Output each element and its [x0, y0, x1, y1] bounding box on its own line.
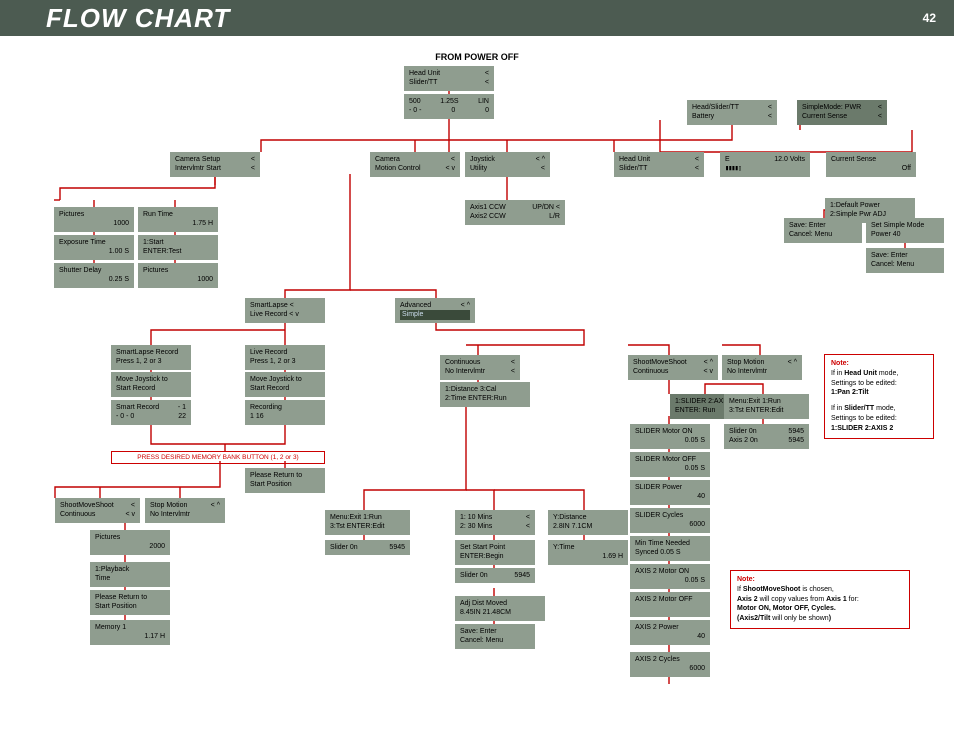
box-slrec: SmartLapse RecordPress 1, 2 or 3 — [111, 345, 191, 370]
box-joystick: Joystick< ^ Utility< — [465, 152, 550, 177]
box-sms-m: Memory 11.17 H — [90, 620, 170, 645]
box-a2on: AXIS 2 Motor ON0.05 S — [630, 564, 710, 589]
box-mins: 1: 10 Mins< 2: 30 Mins< — [455, 510, 535, 535]
box-so2: Slider 0n5945 — [455, 568, 535, 583]
box-sms2: ShootMoveShoot< ^ Continuous< v — [628, 355, 718, 380]
box-slmv: Move Joystick toStart Record — [111, 372, 191, 397]
box-cont: Continuous< No Intervlmtr< — [440, 355, 520, 380]
note-head-unit: Note: If in Head Unit mode, Settings to … — [824, 354, 934, 439]
box-p2: Pictures1000 — [138, 263, 218, 288]
box-hu2: Head Unit< Slider/TT< — [614, 152, 704, 177]
box-sc: SLIDER Cycles6000 — [630, 508, 710, 533]
box-sms-pb: 1:PlaybackTime — [90, 562, 170, 587]
box-smartlapse: SmartLapse <Live Record < v — [245, 298, 325, 323]
box-sec: Save: EnterCancel: Menu — [784, 218, 862, 243]
box-axis: Axis1 CCWUP/DN < Axis2 CCWL/R — [465, 200, 565, 225]
box-sec2: Save: EnterCancel: Menu — [866, 248, 944, 273]
box-slsm: Smart Record- 1 - 0 - 022 — [111, 400, 191, 425]
box-sms-p: Pictures2000 — [90, 530, 170, 555]
val: < — [485, 69, 489, 78]
box-sob: Slider 0n5945 — [325, 540, 410, 555]
box-exp: Exposure Time1.00 S — [54, 235, 134, 260]
box-stop: Stop Motion< ^ No Intervlmtr — [145, 498, 225, 523]
box-dist: 1:Distance 3:Cal2:Time ENTER:Run — [440, 382, 530, 407]
box-stop2: Stop Motion< ^ No Intervlmtr — [722, 355, 802, 380]
box-runtime: Run Time1.75 H — [138, 207, 218, 232]
box-rec: Recording1 16 — [245, 400, 325, 425]
box-simplemode: SimpleMode: PWR< Current Sense< — [797, 100, 887, 125]
box-advanced: Advanced< ^ Simple — [395, 298, 475, 323]
box-a2c: AXIS 2 Cycles6000 — [630, 652, 710, 677]
box-yt: Y:Time1.69 H — [548, 540, 628, 565]
memory-bank-note: PRESS DESIRED MEMORY BANK BUTTON (1, 2 o… — [111, 451, 325, 464]
box-lrrec: Live RecordPress 1, 2 or 3 — [245, 345, 325, 370]
label: Head Unit — [409, 69, 440, 78]
diagram-stage: Head Unit < Slider/TT < 5001.25SLIN - 0 -0… — [0, 0, 954, 738]
box-pics: Pictures1000 — [54, 207, 134, 232]
note-sms: Note: If ShootMoveShoot is chosen, Axis … — [730, 570, 910, 629]
box-yd: Y:Distance2.8IN 7.1CM — [548, 510, 628, 535]
box-ssm: Set Simple ModePower 40 — [866, 218, 944, 243]
box-adm: Adj Dist Moved8.45IN 21.48CM — [455, 596, 545, 621]
box-menu2: Menu:Exit 1:Run3:Tst ENTER:Edit — [724, 394, 809, 419]
box-mt: Min Time NeededSynced 0.05 S — [630, 536, 710, 561]
box-menu1: Menu:Exit 1:Run3:Tst ENTER:Edit — [325, 510, 410, 535]
box-ssp: Set Start PointENTER:Begin — [455, 540, 535, 565]
box-a2p: AXIS 2 Power40 — [630, 620, 710, 645]
box-sms-r: Please Return toStart Position — [90, 590, 170, 615]
box-cs: Current Sense Off — [826, 152, 916, 177]
box-smf: SLIDER Motor OFF0.05 S — [630, 452, 710, 477]
box-sp: SLIDER Power40 — [630, 480, 710, 505]
box-ret: Please Return toStart Position — [245, 468, 325, 493]
box-e: E12.0 Volts ▮▮▮▮▯ — [720, 152, 810, 177]
box-head-unit: Head Unit < Slider/TT < — [404, 66, 494, 91]
box-istart: 1:StartENTER:Test — [138, 235, 218, 260]
box-sms: ShootMoveShoot< Continuous< v — [55, 498, 140, 523]
battery-bars-icon: ▮▮▮▮▯ — [725, 164, 741, 173]
box-shd: Shutter Delay0.25 S — [54, 263, 134, 288]
box-lrmv: Move Joystick toStart Record — [245, 372, 325, 397]
label: Slider/TT — [409, 78, 437, 87]
box-camera: Camera< Motion Control< v — [370, 152, 460, 177]
box-cam-setup: Camera Setup< Intervlmtr Start< — [170, 152, 260, 177]
box-save: Save: EnterCancel: Menu — [455, 624, 535, 649]
box-hst: Head/Slider/TT< Battery< — [687, 100, 777, 125]
box-so3: Slider 0n5945 Axis 2 0n5945 — [724, 424, 809, 449]
box-a2off: AXIS 2 Motor OFF — [630, 592, 710, 617]
box-row2: 5001.25SLIN - 0 -00 — [404, 94, 494, 119]
box-smo: SLIDER Motor ON0.05 S — [630, 424, 710, 449]
val: < — [485, 78, 489, 87]
